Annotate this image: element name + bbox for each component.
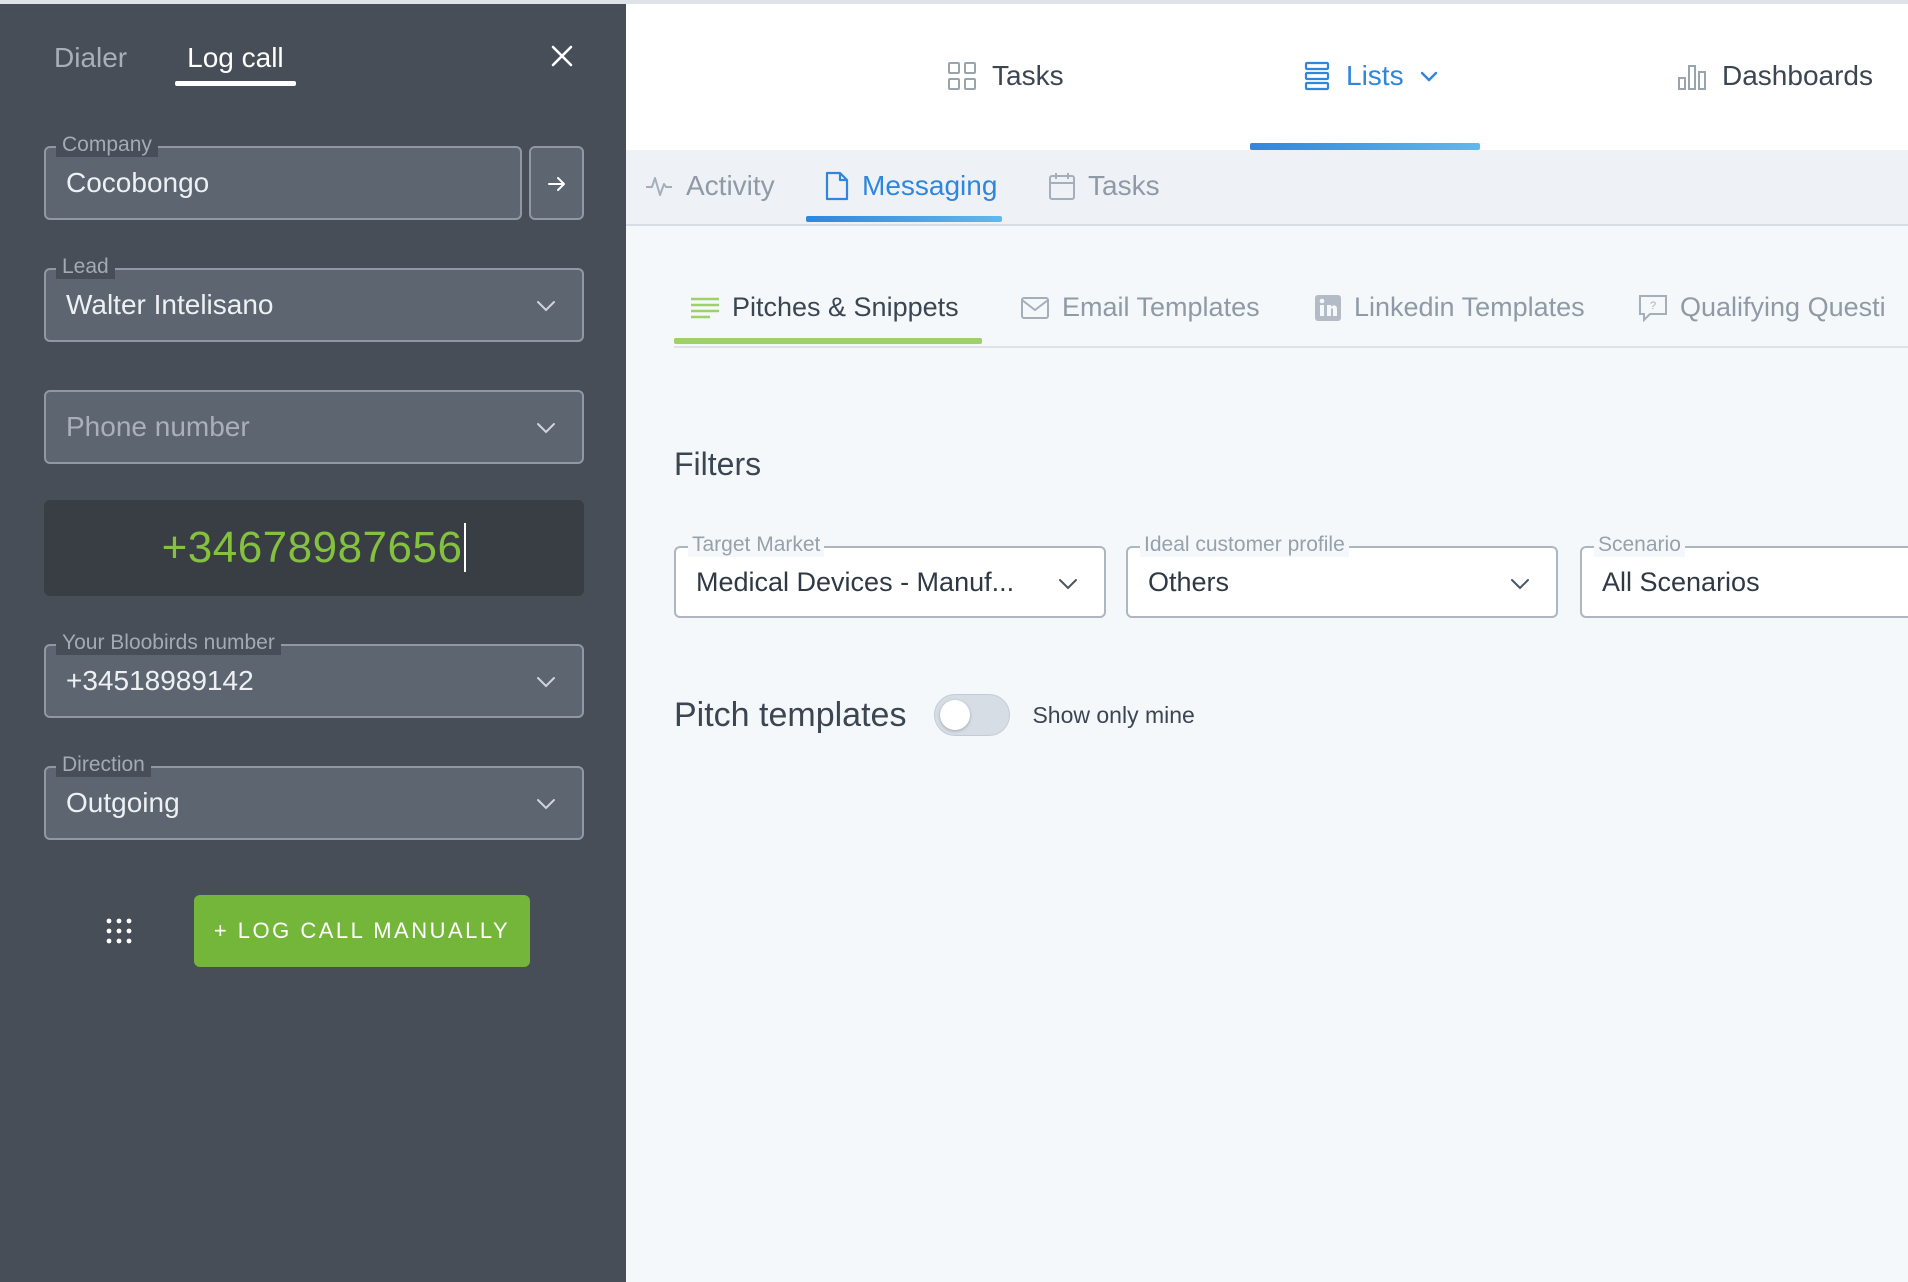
scenario-label: Scenario: [1594, 533, 1685, 557]
nav-tasks[interactable]: Tasks: [946, 60, 1064, 92]
tab-linkedin-label: Linkedin Templates: [1354, 292, 1585, 322]
tab-pitches-label: Pitches & Snippets: [732, 292, 959, 322]
chevron-down-icon: [537, 799, 555, 810]
dialer-tabs: Dialer Log call: [54, 42, 296, 86]
company-label: Company: [56, 133, 158, 157]
document-icon: [825, 171, 849, 201]
show-only-mine-toggle[interactable]: [934, 694, 1011, 736]
scenario-select[interactable]: Scenario All Scenarios: [1580, 533, 1908, 618]
target-market-select[interactable]: Target Market Medical Devices - Manuf...: [674, 533, 1106, 618]
messaging-active-indicator: [806, 216, 1002, 222]
pitches-active-indicator: [674, 338, 982, 344]
question-icon: ?: [1639, 294, 1667, 322]
bloobirds-number-select[interactable]: Your Bloobirds number +34518989142: [44, 631, 584, 718]
keypad-icon[interactable]: [104, 916, 134, 948]
lists-active-indicator: [1250, 143, 1480, 150]
tab-messaging[interactable]: Messaging: [824, 170, 997, 202]
nav-lists[interactable]: Lists: [1302, 60, 1440, 92]
direction-label: Direction: [56, 753, 151, 777]
icp-label: Ideal customer profile: [1140, 533, 1349, 557]
filters-title: Filters: [674, 446, 762, 482]
bar-chart-icon: [1678, 65, 1706, 90]
linkedin-icon: [1315, 294, 1341, 321]
icp-value: Others: [1148, 567, 1230, 597]
toggle-knob: [940, 700, 971, 730]
show-only-mine-label: Show only mine: [1032, 701, 1195, 728]
activity-icon: [646, 177, 672, 196]
tab-messaging-label: Messaging: [862, 170, 998, 201]
chevron-down-icon: [537, 423, 555, 434]
phone-number-select[interactable]: Phone number: [44, 390, 584, 464]
nav-dashboards-label: Dashboards: [1722, 60, 1873, 91]
tab-pitches-snippets[interactable]: Pitches & Snippets: [690, 292, 959, 323]
scenario-value: All Scenarios: [1602, 567, 1760, 597]
tab-qualifying-questions[interactable]: ? Qualifying Questi: [1638, 292, 1886, 323]
chevron-down-icon: [537, 677, 555, 688]
tab-linkedin-templates[interactable]: Linkedin Templates: [1314, 292, 1585, 323]
lead-value: Walter Intelisano: [66, 289, 274, 320]
direction-value: Outgoing: [66, 787, 180, 818]
pitch-templates-title: Pitch templates: [674, 695, 907, 734]
list-icon: [1304, 61, 1330, 91]
tab-dialer[interactable]: Dialer: [54, 42, 139, 84]
chevron-down-icon: [1511, 579, 1529, 590]
close-icon[interactable]: [546, 40, 578, 72]
dialer-panel: Dialer Log call Company Cocobongo Lead W…: [0, 0, 626, 1282]
tab-email-label: Email Templates: [1062, 292, 1260, 322]
mail-icon: [1021, 296, 1049, 319]
nav-lists-label: Lists: [1346, 60, 1404, 91]
lines-icon: [691, 297, 719, 318]
dialed-number: +34678987656: [161, 523, 467, 572]
target-market-label: Target Market: [688, 533, 825, 557]
company-go-button[interactable]: [529, 146, 584, 220]
bloobirds-number-value: +34518989142: [66, 665, 254, 696]
sub-nav: Activity Messaging Tasks: [626, 150, 1908, 226]
lead-label: Lead: [56, 255, 115, 279]
tab-qualifying-label: Qualifying Questi: [1680, 292, 1886, 322]
svg-text:?: ?: [1650, 300, 1656, 312]
company-value: Cocobongo: [66, 167, 210, 198]
target-market-value: Medical Devices - Manuf...: [696, 567, 1015, 597]
tab-activity[interactable]: Activity: [644, 170, 775, 202]
nav-tasks-label: Tasks: [992, 60, 1064, 91]
direction-select[interactable]: Direction Outgoing: [44, 753, 584, 840]
tab-tasks-label: Tasks: [1088, 170, 1160, 201]
chevron-down-icon: [537, 301, 555, 312]
company-field[interactable]: Company Cocobongo: [44, 133, 522, 220]
phone-number-placeholder: Phone number: [66, 411, 250, 442]
icp-select[interactable]: Ideal customer profile Others: [1126, 533, 1558, 618]
tab-log-call[interactable]: Log call: [175, 42, 296, 86]
messaging-tabs: Pitches & Snippets Email Templates Linke…: [674, 274, 1908, 348]
nav-dashboards[interactable]: Dashboards: [1676, 60, 1873, 92]
grid-icon: [948, 62, 976, 90]
chevron-down-icon: [1420, 71, 1437, 82]
main-area: Tasks Lists Dashboards Activity Messagin…: [626, 0, 1908, 1282]
tab-email-templates[interactable]: Email Templates: [1020, 292, 1260, 323]
bloobirds-number-label: Your Bloobirds number: [56, 631, 281, 655]
log-call-manually-button[interactable]: + LOG CALL MANUALLY: [194, 895, 530, 967]
tab-tasks[interactable]: Tasks: [1048, 170, 1160, 202]
lead-select[interactable]: Lead Walter Intelisano: [44, 255, 584, 342]
dialed-number-input[interactable]: +34678987656: [44, 500, 584, 596]
calendar-icon: [1049, 173, 1075, 200]
arrow-right-icon: [548, 177, 565, 191]
tab-activity-label: Activity: [686, 170, 775, 201]
top-nav: Tasks Lists Dashboards: [626, 4, 1908, 150]
chevron-down-icon: [1059, 579, 1077, 590]
pitch-templates-row: Pitch templates Show only mine: [674, 694, 1195, 736]
